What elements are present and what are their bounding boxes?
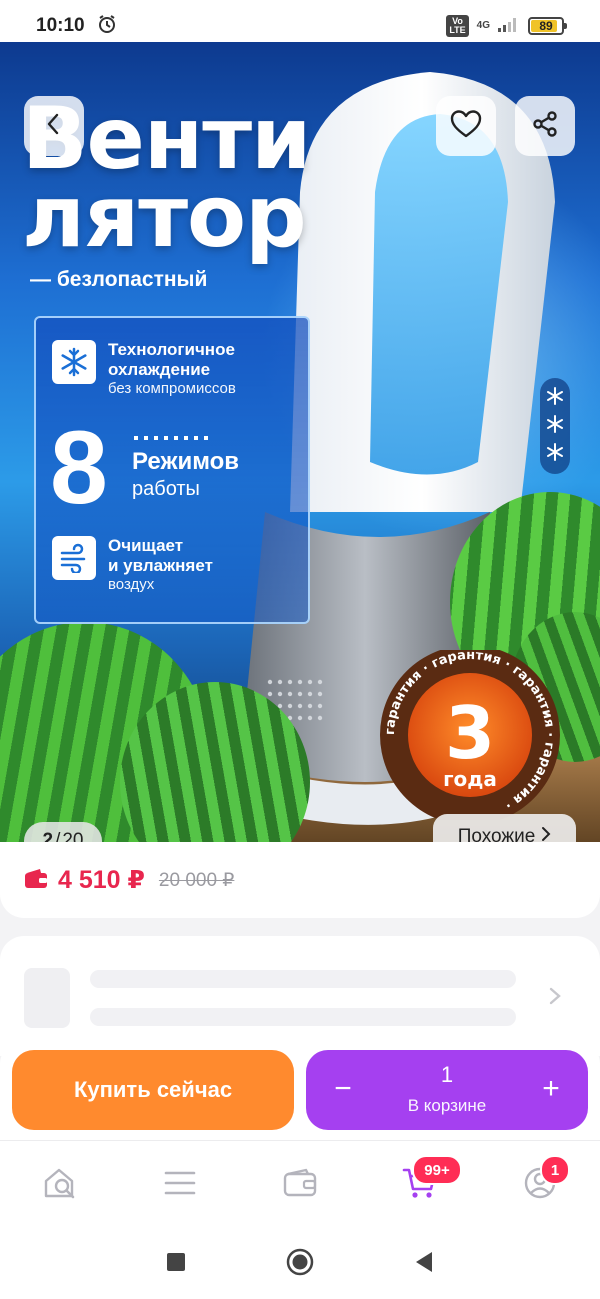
wallet-price-icon	[24, 867, 48, 894]
modes-number: 8	[50, 410, 108, 526]
bottom-navigation: 99+ 1	[0, 1140, 600, 1228]
skeleton-line	[90, 1008, 516, 1026]
loading-placeholder-card[interactable]	[0, 936, 600, 1056]
increase-quantity-button[interactable]: +	[536, 1074, 566, 1104]
nav-catalog[interactable]	[160, 1165, 200, 1205]
battery-icon: 89	[528, 17, 567, 35]
wallet-icon	[282, 1168, 318, 1203]
feature-subtitle: без компромиссов	[108, 380, 236, 397]
gallery-counter: 2 / 20	[24, 822, 102, 842]
nav-home[interactable]	[40, 1165, 80, 1205]
nav-wallet[interactable]	[280, 1165, 320, 1205]
similar-button[interactable]: Похожие	[433, 814, 576, 842]
battery-level: 89	[539, 19, 553, 33]
warranty-badge: гарантия · гарантия · гарантия · гаранти…	[380, 650, 560, 820]
recent-apps-button[interactable]	[162, 1250, 190, 1278]
price-card: 4 510 ₽ 20 000 ₽	[0, 842, 600, 918]
promo-title-line2: лятор	[22, 167, 307, 267]
snowflake-pill	[540, 378, 570, 474]
feature-title-line2: и увлажняет	[108, 556, 213, 575]
system-navigation	[0, 1228, 600, 1299]
price-old: 20 000 ₽	[158, 869, 235, 891]
alarm-icon	[97, 14, 117, 39]
snowflake-icon	[546, 414, 564, 438]
buy-now-button[interactable]: Купить сейчас	[12, 1050, 294, 1130]
action-bar: Купить сейчас − 1 В корзине +	[0, 1040, 600, 1140]
feature-title-line1: Очищает	[108, 536, 184, 555]
status-indicators: Vo LTE 4G 89	[446, 15, 567, 37]
signal-icon	[498, 16, 520, 37]
modes-subtitle: работы	[132, 478, 200, 500]
home-search-icon	[42, 1166, 78, 1205]
feature-title-line1: Технологичное	[108, 340, 235, 359]
menu-icon	[163, 1169, 197, 1202]
circle-icon	[286, 1248, 314, 1281]
feature-box: Технологичное охлаждение без компромиссо…	[34, 316, 310, 624]
snowflake-icon	[546, 442, 564, 466]
modes-label: Режимов	[132, 448, 240, 475]
similar-label: Похожие	[457, 826, 536, 842]
gallery-total: 20	[62, 830, 84, 842]
promo-subtitle: — безлопастный	[30, 268, 208, 291]
warranty-unit: года	[443, 767, 497, 791]
gallery-current: 2	[42, 830, 54, 842]
gallery-separator: /	[55, 830, 61, 842]
product-image-gallery[interactable]: Венти лятор — безлопастный Технологичное…	[0, 42, 600, 842]
warranty-number: 3	[445, 691, 495, 775]
home-button[interactable]	[286, 1248, 314, 1281]
modes-dots	[134, 436, 214, 440]
back-arrow-icon	[42, 112, 66, 141]
skeleton-line	[90, 970, 516, 988]
chevron-right-icon	[541, 826, 551, 842]
network-type: 4G	[476, 20, 490, 31]
skeleton-thumbnail	[24, 968, 70, 1028]
share-icon	[531, 110, 559, 143]
share-button[interactable]	[515, 96, 575, 156]
cart-badge: 99+	[412, 1155, 462, 1185]
snowflake-icon	[52, 340, 96, 384]
feature-cooling: Технологичное охлаждение без компромиссо…	[52, 340, 236, 398]
triangle-back-icon	[414, 1251, 434, 1278]
volte-icon: Vo LTE	[446, 15, 469, 37]
feature-purify: Очищает и увлажняет воздух	[52, 536, 213, 594]
profile-badge: 1	[540, 1155, 570, 1185]
heart-icon	[450, 109, 482, 144]
back-button[interactable]	[24, 96, 84, 156]
snowflake-icon	[546, 386, 564, 410]
feature-title-line2: охлаждение	[108, 360, 211, 379]
system-back-button[interactable]	[410, 1250, 438, 1278]
status-time: 10:10	[36, 15, 85, 36]
price-current: 4 510 ₽	[58, 866, 145, 894]
wind-icon	[52, 536, 96, 580]
square-icon	[167, 1252, 185, 1276]
feature-subtitle: воздух	[108, 576, 155, 593]
chevron-right-icon	[548, 986, 562, 1011]
cart-quantity-control: − 1 В корзине +	[306, 1050, 588, 1130]
favorite-button[interactable]	[436, 96, 496, 156]
